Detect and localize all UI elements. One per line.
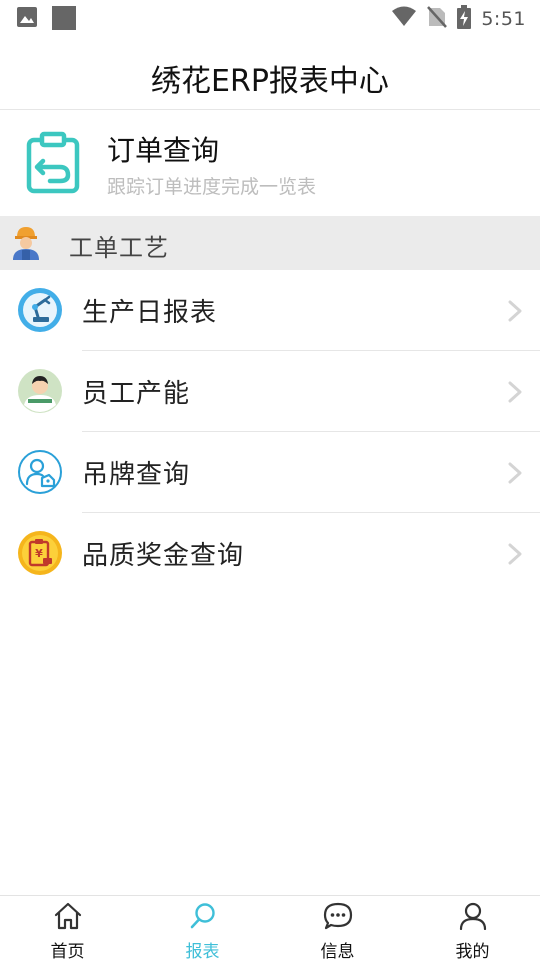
nav-home[interactable]: 首页 bbox=[0, 896, 135, 960]
user-icon bbox=[458, 902, 488, 934]
report-menu-list: 生产日报表 员工产能 吊牌查询 ¥ 品质奖金查询 bbox=[0, 270, 540, 594]
svg-text:¥: ¥ bbox=[35, 547, 43, 560]
menu-item-quality-bonus[interactable]: ¥ 品质奖金查询 bbox=[0, 513, 540, 594]
section-header-work-order: 工单工艺 bbox=[0, 216, 540, 270]
battery-charging-icon bbox=[457, 5, 472, 33]
app-notification-icon bbox=[52, 6, 76, 34]
chevron-right-icon bbox=[508, 381, 522, 403]
nav-label: 信息 bbox=[320, 942, 355, 960]
robot-arm-icon bbox=[18, 288, 62, 332]
order-query-card[interactable]: 订单查询 跟踪订单进度完成一览表 bbox=[0, 111, 540, 216]
app-header: 绣花ERP报表中心 bbox=[0, 36, 540, 110]
menu-item-tag-query[interactable]: 吊牌查询 bbox=[0, 432, 540, 513]
menu-item-label: 吊牌查询 bbox=[82, 460, 191, 490]
chevron-right-icon bbox=[508, 462, 522, 484]
chevron-right-icon bbox=[508, 300, 522, 322]
status-bar: 5:51 bbox=[0, 0, 540, 36]
page-title: 绣花ERP报表中心 bbox=[151, 64, 389, 99]
search-icon bbox=[188, 902, 218, 934]
chat-icon bbox=[323, 902, 353, 934]
nav-label: 我的 bbox=[455, 942, 490, 960]
clipboard-return-icon bbox=[24, 131, 82, 195]
menu-item-employee-capacity[interactable]: 员工产能 bbox=[0, 351, 540, 432]
menu-item-label: 生产日报表 bbox=[82, 298, 218, 328]
order-query-title: 订单查询 bbox=[107, 134, 220, 167]
gallery-notification-icon bbox=[16, 6, 38, 34]
no-sim-icon bbox=[427, 5, 448, 33]
wifi-icon bbox=[391, 6, 417, 32]
nav-reports[interactable]: 报表 bbox=[135, 896, 270, 960]
chevron-right-icon bbox=[508, 543, 522, 565]
menu-item-daily-production[interactable]: 生产日报表 bbox=[0, 270, 540, 351]
nav-label: 报表 bbox=[185, 942, 220, 960]
order-query-subtitle: 跟踪订单进度完成一览表 bbox=[107, 176, 317, 198]
clock-time: 5:51 bbox=[481, 8, 526, 30]
menu-item-label: 员工产能 bbox=[82, 379, 191, 409]
bonus-clipboard-icon: ¥ bbox=[18, 531, 62, 575]
worker-icon bbox=[10, 225, 42, 261]
bottom-nav: 首页 报表 信息 我的 bbox=[0, 895, 540, 960]
user-tag-icon bbox=[18, 450, 62, 494]
nav-profile[interactable]: 我的 bbox=[405, 896, 540, 960]
home-icon bbox=[53, 902, 83, 934]
nav-messages[interactable]: 信息 bbox=[270, 896, 405, 960]
section-title: 工单工艺 bbox=[69, 234, 169, 262]
worker-avatar-icon bbox=[18, 369, 62, 413]
menu-item-label: 品质奖金查询 bbox=[82, 541, 245, 571]
nav-label: 首页 bbox=[50, 942, 85, 960]
